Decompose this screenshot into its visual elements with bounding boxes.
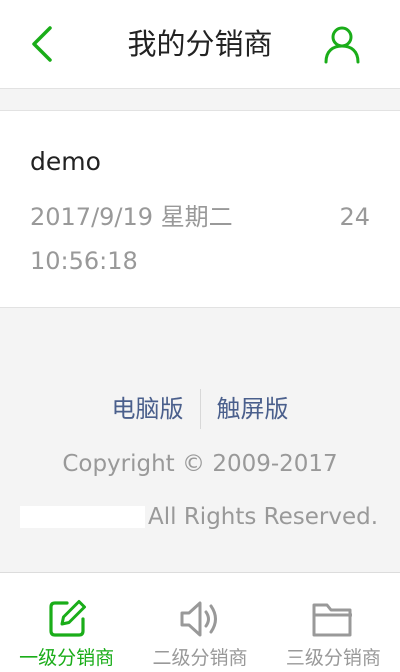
tab-level-two-label: 二级分销商 [152, 647, 248, 669]
edit-icon [49, 600, 86, 637]
user-icon [324, 26, 360, 64]
user-button[interactable] [320, 22, 364, 66]
tab-level-three[interactable]: 三级分销商 [267, 573, 400, 672]
tab-level-two[interactable]: 二级分销商 [133, 573, 266, 672]
touch-version-link[interactable]: 触屏版 [201, 388, 305, 430]
tab-level-three-label: 三级分销商 [285, 647, 381, 669]
distributor-count: 24 [339, 203, 370, 231]
footer-links: 电脑版 触屏版 [0, 388, 400, 430]
header-bar: 我的分销商 [0, 0, 400, 89]
folder-icon [312, 603, 353, 637]
tab-level-one[interactable]: 一级分销商 [0, 573, 133, 672]
tab-level-one-label: 一级分销商 [19, 647, 115, 669]
copyright-text: Copyright © 2009-2017 [62, 451, 338, 477]
rights-text: All Rights Reserved. [148, 504, 379, 530]
distributor-card[interactable]: demo 2017/9/19 星期二 10:56:18 24 [0, 110, 400, 308]
rights-row: All Rights Reserved. [20, 500, 378, 534]
distributor-datetime: 2017/9/19 星期二 10:56:18 [30, 203, 233, 275]
blank-logo-placeholder [20, 506, 145, 528]
section-gap [0, 89, 400, 110]
desktop-version-link[interactable]: 电脑版 [96, 388, 200, 430]
bottom-tab-bar: 一级分销商 二级分销商 三级分销商 [0, 572, 400, 672]
distributor-name: demo [30, 147, 101, 176]
speaker-icon [180, 601, 217, 637]
